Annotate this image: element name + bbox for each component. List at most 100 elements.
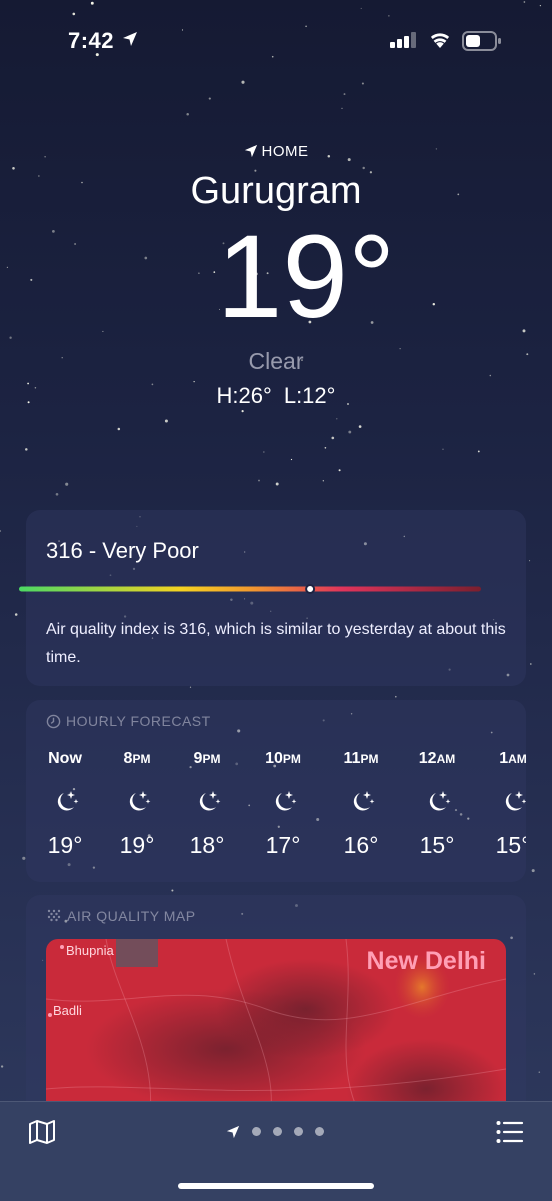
high-temperature: H:26° xyxy=(216,383,272,408)
star xyxy=(263,451,265,453)
moon-stars-icon xyxy=(57,791,79,811)
star xyxy=(193,381,195,383)
star xyxy=(331,436,335,440)
hourly-forecast-item: 8PM 19° xyxy=(102,750,172,859)
star xyxy=(9,336,12,339)
star xyxy=(477,450,480,453)
hour-label: 1AM xyxy=(478,750,526,770)
star xyxy=(336,418,338,420)
moon-stars-icon xyxy=(353,791,375,811)
star xyxy=(0,1065,4,1068)
star xyxy=(65,482,69,486)
star xyxy=(343,93,346,96)
hour-label: 9PM xyxy=(172,750,242,770)
hour-label: 11PM xyxy=(326,750,396,770)
star xyxy=(275,482,279,486)
star xyxy=(361,82,364,85)
hour-temperature: 19° xyxy=(119,832,155,858)
star xyxy=(186,112,189,116)
star xyxy=(324,446,327,449)
star xyxy=(442,448,444,450)
map-city-label: New Delhi xyxy=(366,947,486,975)
hour-temperature: 17° xyxy=(265,832,301,858)
page-dot[interactable] xyxy=(294,1127,303,1137)
hour-suffix: PM xyxy=(202,752,221,766)
hour-suffix: AM xyxy=(508,752,526,766)
battery-icon xyxy=(462,31,501,51)
star xyxy=(189,686,192,688)
aqi-description: Air quality index is 316, which is simil… xyxy=(46,621,506,666)
hour-time: 12 xyxy=(418,750,437,767)
air-quality-map[interactable]: Bhupnia Badli New Delhi xyxy=(46,939,506,1115)
high-low-temperature: H:26° L:12° xyxy=(0,383,552,409)
air-quality-map-card[interactable]: AIR QUALITY MAP Bhupnia Badli New Delhi xyxy=(26,895,526,1115)
star xyxy=(529,560,531,562)
star xyxy=(533,973,536,975)
map-place-dot xyxy=(60,945,64,949)
star xyxy=(290,458,293,461)
hour-suffix: PM xyxy=(282,752,301,766)
aqi-marker xyxy=(305,584,316,594)
current-temperature: 19° xyxy=(216,211,396,343)
hour-temperature: 16° xyxy=(343,832,379,858)
hour-label: 12AM xyxy=(402,750,472,770)
star xyxy=(171,889,174,892)
hour-time: 10 xyxy=(265,750,283,767)
hour-suffix: PM xyxy=(360,752,379,766)
star xyxy=(358,425,362,428)
moon-stars-icon xyxy=(275,791,297,811)
hour-label: Now xyxy=(30,750,100,770)
weather-condition: Clear xyxy=(248,348,304,374)
star xyxy=(529,663,532,665)
location-arrow-icon xyxy=(123,32,137,46)
air-quality-map-header: AIR QUALITY MAP xyxy=(46,908,196,924)
hourly-forecast-title: HOURLY FORECAST xyxy=(66,713,211,729)
hourly-forecast-item: Now 19° xyxy=(30,750,100,859)
aqi-dots-icon xyxy=(47,909,61,922)
star xyxy=(241,80,245,84)
home-location-label: HOME xyxy=(0,143,552,160)
star xyxy=(531,869,535,873)
cellular-signal-icon xyxy=(390,32,416,48)
moon-stars-icon xyxy=(429,791,451,811)
location-arrow-icon xyxy=(244,144,257,158)
moon-stars-icon xyxy=(199,791,221,811)
map-place-badli: Badli xyxy=(53,1003,82,1018)
star xyxy=(258,479,260,482)
page-indicator[interactable] xyxy=(226,1123,324,1141)
city-name: Gurugram xyxy=(190,170,362,212)
hourly-forecast-card[interactable]: HOURLY FORECAST Now 19° 8PM 19° 9PM 18° 10PM 17… xyxy=(26,700,526,882)
air-quality-card[interactable]: 316 - Very Poor Air quality index is 316… xyxy=(26,510,526,686)
star xyxy=(55,492,59,496)
hour-suffix: AM xyxy=(436,752,456,766)
star xyxy=(338,469,341,472)
page-dot[interactable] xyxy=(315,1127,324,1137)
map-place-dot xyxy=(48,1013,52,1017)
hour-time: 11 xyxy=(343,750,361,767)
star xyxy=(538,1071,541,1073)
status-bar: 7:42 xyxy=(0,0,552,80)
star xyxy=(208,97,211,100)
star xyxy=(14,613,18,616)
star xyxy=(0,530,2,532)
star xyxy=(362,166,365,170)
status-time: 7:42 xyxy=(68,28,115,53)
map-icon[interactable] xyxy=(28,1119,56,1145)
low-temperature: L:12° xyxy=(283,383,336,408)
moon-stars-icon xyxy=(505,791,526,811)
star xyxy=(25,448,28,451)
page-dot[interactable] xyxy=(252,1127,261,1137)
hourly-forecast-item: 10PM 17° xyxy=(248,750,318,859)
hour-label: 10PM xyxy=(248,750,318,770)
star xyxy=(164,419,168,423)
list-icon[interactable] xyxy=(496,1120,524,1144)
hour-temperature: 19° xyxy=(47,832,83,858)
home-indicator[interactable] xyxy=(178,1183,374,1189)
star xyxy=(241,410,244,413)
star xyxy=(322,480,324,482)
hourly-forecast-item: 11PM 16° xyxy=(326,750,396,859)
hourly-forecast-header: HOURLY FORECAST xyxy=(46,713,211,729)
page-dot[interactable] xyxy=(273,1127,282,1137)
hourly-forecast-item: 1AM 15° xyxy=(478,750,526,859)
star xyxy=(22,856,26,860)
